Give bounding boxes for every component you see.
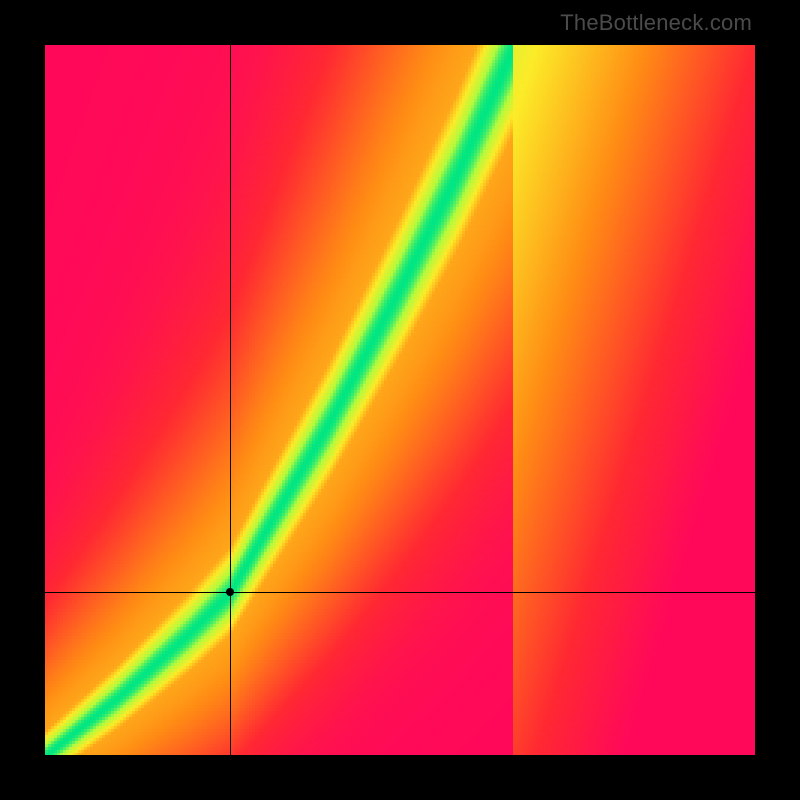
chart-frame: TheBottleneck.com <box>0 0 800 800</box>
bottleneck-heatmap <box>45 45 755 755</box>
selection-marker <box>226 588 234 596</box>
watermark-text: TheBottleneck.com <box>560 10 752 36</box>
crosshair-vertical <box>230 45 231 755</box>
crosshair-horizontal <box>45 592 755 593</box>
